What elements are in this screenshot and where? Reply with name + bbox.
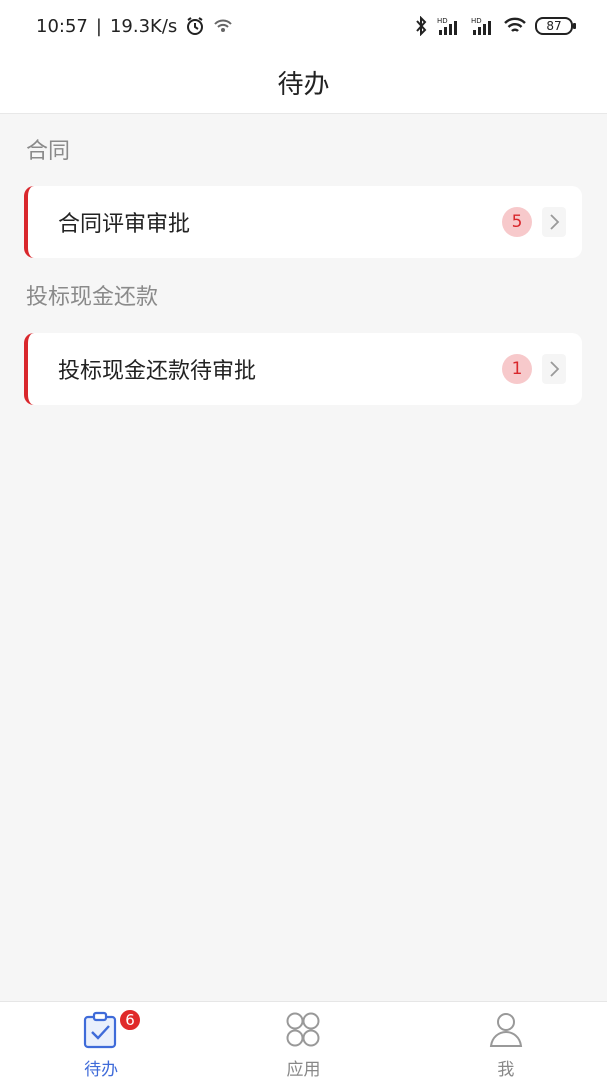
signal2-hd-label: HD	[471, 17, 482, 25]
status-bar-left: 10:57 | 19.3K/s	[36, 16, 233, 37]
bluetooth-icon	[415, 16, 427, 36]
list-item-contract-review[interactable]: 合同评审审批 5	[24, 186, 582, 258]
bottom-tab-bar: 6 待办 应用 我	[0, 1001, 607, 1080]
wifi-icon	[503, 16, 527, 36]
hotspot-icon	[213, 18, 233, 34]
user-icon	[486, 1011, 526, 1053]
status-separator: |	[95, 15, 102, 37]
tab-label: 应用	[286, 1060, 321, 1080]
chevron-right-icon	[542, 354, 566, 384]
tab-badge: 6	[118, 1008, 142, 1032]
status-bar: 10:57 | 19.3K/s HD HD 87	[0, 0, 607, 52]
page-title: 待办	[277, 70, 330, 100]
section-title-bid-cash: 投标现金还款	[26, 285, 159, 310]
tab-apps[interactable]: 应用	[202, 1002, 404, 1080]
section-title-contract: 合同	[26, 139, 71, 164]
tab-me[interactable]: 我	[405, 1002, 607, 1080]
signal-icon: HD	[469, 16, 495, 36]
status-net-speed: 19.3K/s	[109, 15, 178, 37]
tab-todo[interactable]: 6 待办	[0, 1002, 202, 1080]
status-time: 10:57	[36, 15, 88, 37]
chevron-right-icon	[542, 207, 566, 237]
tab-label: 待办	[84, 1060, 119, 1080]
list-item-label: 合同评审审批	[58, 212, 191, 237]
count-badge: 1	[502, 354, 532, 384]
status-bar-right: HD HD 87	[415, 16, 576, 36]
clipboard-check-icon	[81, 1011, 121, 1053]
navigation-bar: 待办	[0, 52, 607, 114]
apps-grid-icon	[283, 1011, 323, 1053]
signal1-hd-label: HD	[437, 17, 448, 25]
list-item-bid-cash-repayment[interactable]: 投标现金还款待审批 1	[24, 333, 582, 405]
list-item-label: 投标现金还款待审批	[58, 359, 257, 384]
tab-label: 我	[497, 1060, 515, 1080]
count-badge: 5	[502, 207, 532, 237]
signal-icon: HD	[435, 16, 461, 36]
alarm-icon	[185, 16, 205, 36]
battery-icon: 87	[535, 17, 576, 35]
todo-list: 合同 合同评审审批 5 投标现金还款 投标现金还款待审批 1	[0, 114, 607, 405]
